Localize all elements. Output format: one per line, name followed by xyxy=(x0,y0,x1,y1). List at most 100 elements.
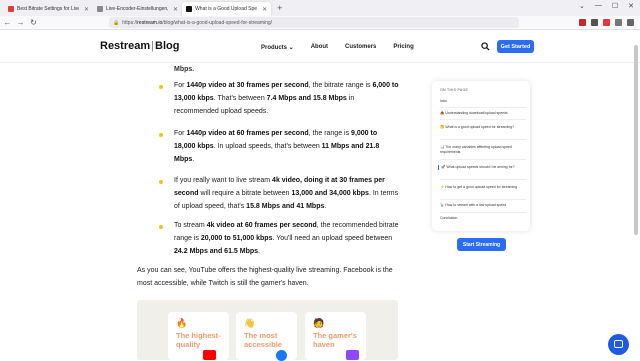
list-item: To stream 4k video at 60 frames per seco… xyxy=(174,219,399,258)
text: . That's between xyxy=(213,95,267,102)
tab-upload-speed[interactable]: What is a Good Upload Speed f ✕ xyxy=(182,2,272,16)
extension-icon[interactable] xyxy=(603,19,610,26)
tab-bitrate-settings[interactable]: Best Bitrate Settings for Live St ✕ xyxy=(4,2,93,16)
card-youtube: 🔥 The highest-quality xyxy=(168,312,229,360)
gamer-icon: 🧑 xyxy=(313,318,325,328)
bold-text: 24.2 Mbps and 61.5 Mbps xyxy=(174,248,259,255)
card-title: The most accessible xyxy=(244,331,282,349)
card-title: The gamer's haven xyxy=(313,331,357,349)
extension-icon[interactable] xyxy=(579,19,586,26)
extension-icons xyxy=(579,19,634,26)
text: . xyxy=(324,203,327,210)
chevron-down-icon: ⌄ xyxy=(287,45,294,51)
toc-item-intro[interactable]: Intro xyxy=(440,99,526,104)
text: . xyxy=(258,248,260,255)
favicon-icon xyxy=(97,6,104,12)
text: . In upload speeds, that's between xyxy=(213,143,322,150)
menu-customers[interactable]: Customers xyxy=(345,44,376,51)
forward-icon[interactable]: → xyxy=(15,18,26,27)
extension-icon[interactable] xyxy=(591,19,598,26)
minimize-icon[interactable]: — xyxy=(595,2,602,10)
bold-text: 4k video at 60 frames per second xyxy=(206,222,317,229)
close-tab-icon[interactable]: ✕ xyxy=(173,6,178,13)
close-tab-icon[interactable]: ✕ xyxy=(262,6,267,13)
cut-off-text: Mbps. xyxy=(174,66,195,73)
text: , the range is xyxy=(308,130,352,137)
back-icon[interactable]: ← xyxy=(2,18,13,27)
bullet-dot xyxy=(159,133,163,137)
card-title: The highest-quality xyxy=(176,331,221,349)
menu-pricing[interactable]: Pricing xyxy=(393,44,413,51)
url-host: restream.io xyxy=(137,19,163,26)
toc-item-understanding[interactable]: 📥 Understanding download/upload speeds xyxy=(440,111,526,116)
tab-title: What is a Good Upload Speed f xyxy=(195,6,258,12)
tab-live-encoder[interactable]: Live-Encoder-Einstellungen, Bi ✕ xyxy=(93,2,182,16)
summary-paragraph: As you can see, YouTube offers the highe… xyxy=(137,267,393,287)
divider xyxy=(440,107,526,108)
tab-title: Best Bitrate Settings for Live St xyxy=(17,6,79,12)
site-logo[interactable]: Restream|Blog xyxy=(100,40,179,52)
url-path: /blog/what-is-a-good-upload-speed-for-st… xyxy=(162,19,273,26)
window-controls: ⌄ — ☐ ✕ xyxy=(579,2,634,10)
toc-item-how-to-get[interactable]: ⚡ How to get a good upload speed for str… xyxy=(440,185,526,190)
card-facebook: 👋 The most accessible xyxy=(236,312,297,361)
toc-item-variables[interactable]: 📊 The many variables affecting upload sp… xyxy=(440,145,526,155)
facebook-icon xyxy=(276,350,287,361)
lock-icon: 🔒 xyxy=(113,19,120,26)
toc-title: ON THIS PAGE xyxy=(440,88,469,92)
tab-title: Live-Encoder-Einstellungen, Bi xyxy=(106,6,169,12)
new-tab-button[interactable]: + xyxy=(277,3,282,13)
text: For xyxy=(174,130,187,137)
toc-item-aiming-for[interactable]: 🚀 What upload speeds should I be aiming … xyxy=(438,165,524,170)
bullet-dot xyxy=(159,180,163,184)
divider xyxy=(440,199,526,200)
bold-text: 1440p video at 30 frames per second xyxy=(186,82,309,89)
bold-text: 1440p video at 60 frames per second xyxy=(186,130,309,137)
divider xyxy=(440,159,526,160)
bold-text: 15.8 Mbps and 41 Mbps xyxy=(246,203,325,210)
chat-icon xyxy=(614,340,623,348)
text: will require a bitrate between xyxy=(198,190,292,197)
close-window-icon[interactable]: ✕ xyxy=(628,2,634,10)
scrollbar[interactable] xyxy=(634,45,638,235)
menu-icon[interactable] xyxy=(627,19,634,26)
fire-icon: 🔥 xyxy=(176,318,188,328)
text: , the bitrate range is xyxy=(308,82,373,89)
main-menu: Products ⌄ About Customers Pricing xyxy=(261,44,414,51)
logo-sub: Blog xyxy=(155,40,180,52)
toc-item-conclusion[interactable]: Conclusion xyxy=(440,216,526,221)
menu-label: Products xyxy=(261,45,288,51)
divider xyxy=(440,119,526,120)
favicon-icon xyxy=(186,6,193,12)
text: For xyxy=(174,82,187,89)
browser-nav-bar: ← → ↻ 🔒 https://restream.io/blog/what-is… xyxy=(0,16,640,30)
text: . xyxy=(192,156,195,163)
bullet-dot xyxy=(159,85,163,89)
tab-list-icon[interactable]: ⌄ xyxy=(579,2,585,10)
search-icon[interactable] xyxy=(481,42,490,51)
bold-text: 7.4 Mbps and 15.8 Mbps xyxy=(266,95,347,102)
toc-item-low-upload[interactable]: 📡 How to stream with a low upload speed xyxy=(440,203,526,208)
reload-icon[interactable]: ↻ xyxy=(28,18,39,27)
card-twitch: 🧑 The gamer's haven xyxy=(305,312,366,360)
chat-widget-button[interactable] xyxy=(608,334,629,355)
divider xyxy=(440,139,526,140)
maximize-icon[interactable]: ☐ xyxy=(612,2,618,10)
menu-about[interactable]: About xyxy=(311,44,328,51)
table-of-contents: ON THIS PAGE Intro 📥 Understanding downl… xyxy=(432,81,530,231)
close-tab-icon[interactable]: ✕ xyxy=(84,6,89,13)
get-started-button[interactable]: Get Started xyxy=(497,40,534,53)
bold-text: 20,000 to 51,000 kbps xyxy=(200,235,273,242)
divider xyxy=(440,212,526,213)
list-item: For 1440p video at 30 frames per second,… xyxy=(174,79,399,118)
address-bar[interactable]: 🔒 https://restream.io/blog/what-is-a-goo… xyxy=(109,17,519,28)
extension-icon[interactable] xyxy=(615,19,622,26)
list-item: For 1440p video at 60 frames per second,… xyxy=(174,127,399,166)
list-item: If you really want to live stream 4k vid… xyxy=(174,174,399,213)
youtube-icon xyxy=(203,350,216,360)
start-streaming-button[interactable]: Start Streaming xyxy=(457,238,506,251)
toc-item-good-upload-speed[interactable]: 🤔 What is a good upload speed for stream… xyxy=(440,125,526,130)
favicon-icon xyxy=(8,6,14,12)
platform-comparison-image: 🔥 The highest-quality 👋 The most accessi… xyxy=(137,300,398,361)
menu-products[interactable]: Products ⌄ xyxy=(261,44,294,51)
